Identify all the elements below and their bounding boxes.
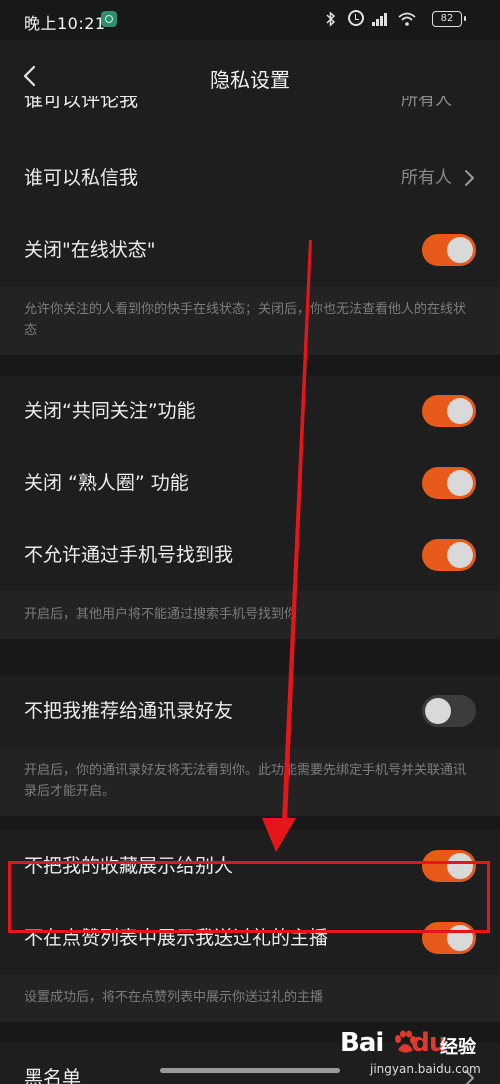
app-notification-icon (101, 11, 117, 27)
settings-row-value: 所有人 (401, 168, 452, 188)
mutual-follow-toggle[interactable] (422, 395, 476, 427)
find-by-phone-note: 开启后，其他用户将不能通过搜索手机号找到你 (0, 591, 500, 639)
acquaintance-circle-toggle[interactable] (422, 467, 476, 499)
home-indicator (160, 1068, 340, 1073)
watermark-brand-c: 经验 (440, 1037, 476, 1058)
hide-gifted-streamers-toggle[interactable] (422, 922, 476, 954)
section-divider (0, 355, 500, 375)
recommend-contacts-note: 开启后，你的通讯录好友将无法看到你。此功能需要先绑定手机号并关联通讯录后才能开启… (0, 747, 500, 816)
hide-favorites-toggle[interactable] (422, 850, 476, 882)
settings-row-label: 关闭"在线状态" (24, 239, 156, 261)
status-time: 晚上10:21 (24, 14, 106, 33)
settings-row-label: 谁可以私信我 (24, 167, 139, 189)
settings-row-label: 不在点赞列表中展示我送过礼的主播 (24, 927, 329, 949)
bluetooth-icon (326, 11, 336, 27)
settings-row-acquaintance-circle: 关闭 “熟人圈” 功能 (0, 447, 500, 519)
settings-row-mutual-follow: 关闭“共同关注”功能 (0, 375, 500, 447)
settings-row-value: 所有人 (401, 96, 452, 110)
watermark-url: jingyan.baidu.com (370, 1062, 481, 1076)
settings-row-recommend-contacts: 不把我推荐给通讯录好友 (0, 675, 500, 747)
settings-row-who-can-comment[interactable]: 谁可以评论我 所有人 (0, 96, 500, 142)
baidu-paw-icon (395, 1030, 416, 1053)
watermark-brand-a: Bai (340, 1028, 384, 1058)
wifi-icon (398, 12, 416, 26)
page-title: 隐私设置 (210, 68, 290, 92)
battery-icon: 82 (432, 11, 466, 27)
online-status-toggle[interactable] (422, 234, 476, 266)
section-divider (0, 816, 500, 830)
online-status-note: 允许你关注的人看到你的快手在线状态；关闭后，你也无法查看他人的在线状态 (0, 286, 500, 355)
settings-row-label: 不允许通过手机号找到我 (24, 544, 234, 566)
recommend-contacts-toggle[interactable] (422, 695, 476, 727)
settings-row-online-status: 关闭"在线状态" (0, 214, 500, 286)
baidu-jingyan-watermark: Bai du 经验 jingyan.baidu.com (340, 1026, 490, 1082)
privacy-settings-screen: 晚上10:21 82 隐私设置 谁可以评论我 所有人 谁可以私信我 所有人 关闭… (0, 0, 500, 1084)
settings-row-label: 谁可以评论我 (24, 96, 139, 111)
settings-row-label: 不把我推荐给通讯录好友 (24, 700, 234, 722)
settings-row-label: 关闭 “熟人圈” 功能 (24, 472, 189, 494)
settings-row-label: 关闭“共同关注”功能 (24, 400, 196, 422)
alarm-icon (348, 10, 364, 26)
settings-row-find-by-phone: 不允许通过手机号找到我 (0, 519, 500, 591)
settings-row-label: 黑名单 (24, 1067, 82, 1084)
section-divider (0, 639, 500, 675)
settings-row-label: 不把我的收藏展示给别人 (24, 855, 234, 877)
signal-icon (372, 12, 388, 26)
chevron-right-icon (465, 170, 474, 186)
settings-list: 谁可以评论我 所有人 谁可以私信我 所有人 关闭"在线状态" 允许你关注的人看到… (0, 96, 500, 1084)
hide-gifted-streamers-note: 设置成功后，将不在点赞列表中展示你送过礼的主播 (0, 974, 500, 1022)
settings-row-who-can-message[interactable]: 谁可以私信我 所有人 (0, 142, 500, 214)
settings-row-hide-gifted-streamers: 不在点赞列表中展示我送过礼的主播 (0, 902, 500, 974)
settings-row-hide-favorites: 不把我的收藏展示给别人 (0, 830, 500, 902)
find-by-phone-toggle[interactable] (422, 539, 476, 571)
status-bar: 晚上10:21 82 (0, 0, 500, 40)
